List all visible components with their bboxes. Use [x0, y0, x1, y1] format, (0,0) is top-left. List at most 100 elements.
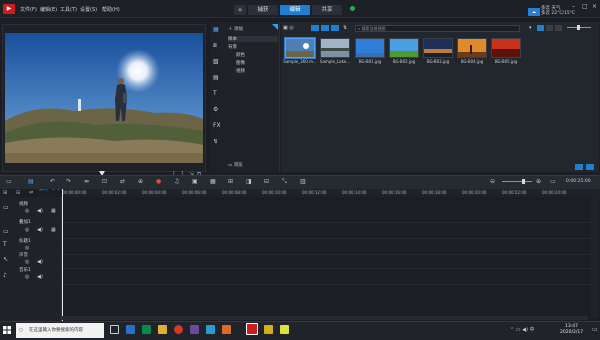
filter-video-icon[interactable] — [311, 25, 319, 31]
menu-edit[interactable]: 编辑(E) — [40, 6, 57, 13]
app-icon-3[interactable] — [222, 325, 231, 334]
library-item[interactable] — [320, 38, 350, 58]
vertical-scrollbar[interactable] — [590, 196, 598, 318]
track-mute-icon[interactable]: ◀) — [37, 227, 43, 233]
app-icon-2[interactable] — [206, 325, 215, 334]
track-visibility-icon[interactable]: ◎ — [25, 274, 29, 280]
filter-audio-icon[interactable] — [331, 25, 339, 31]
library-item[interactable] — [457, 38, 487, 58]
graphic-icon[interactable]: ▤ — [213, 74, 219, 81]
redo-icon[interactable]: ↷ — [66, 178, 71, 185]
media-icon[interactable]: ▦ — [213, 26, 219, 33]
storyboard-view-icon[interactable]: ▭ — [6, 178, 12, 185]
fit-icon[interactable]: ⤡ — [282, 178, 287, 186]
mask-icon[interactable]: ◨ — [246, 178, 252, 185]
app-icon-4[interactable] — [264, 325, 273, 334]
path-icon[interactable]: ↯ — [213, 138, 218, 145]
timeline-ruler[interactable]: 00:00:00:00 00:00:02:00 00:00:04:00 00:0… — [62, 189, 600, 197]
track-mute-icon[interactable]: ◀) — [37, 259, 43, 265]
track-visibility-icon[interactable]: ◎ — [25, 227, 29, 233]
close-icon[interactable]: × — [592, 3, 597, 10]
folder-item-sample[interactable]: 样本 — [228, 36, 278, 42]
track-mute-icon[interactable]: ◀) — [37, 208, 43, 214]
zoom-slider[interactable] — [502, 181, 532, 182]
folder-item-image[interactable]: 图像 — [236, 60, 245, 66]
tab-share[interactable]: 共享 — [312, 5, 342, 15]
videostudio-taskbar-icon[interactable] — [246, 323, 258, 335]
folder-item-video[interactable]: 视频 — [236, 68, 245, 74]
menu-settings[interactable]: 设置(S) — [80, 6, 97, 13]
zoom-readout[interactable]: 0:00:25:00 — [566, 179, 591, 184]
list-view-icon[interactable] — [537, 25, 544, 31]
trim-icon[interactable]: ⇹ — [84, 178, 89, 185]
filter-photo-icon[interactable] — [321, 25, 329, 31]
folder-arrow-icon[interactable] — [272, 24, 278, 30]
fx-icon[interactable]: FX — [213, 122, 221, 129]
thumb-size-handle[interactable] — [577, 25, 580, 30]
app-icon-1[interactable] — [190, 325, 199, 334]
subtitle-icon[interactable]: ▦ — [210, 178, 216, 185]
track-manager-icon[interactable]: ▣ — [192, 178, 198, 185]
undo-icon[interactable]: ↶ — [50, 178, 55, 185]
tab-edit[interactable]: 编辑 — [280, 5, 310, 15]
app-icon-5[interactable] — [280, 325, 289, 334]
detail-view-icon[interactable] — [555, 25, 562, 31]
notification-icon[interactable]: ▭ — [592, 326, 598, 333]
sort-icon[interactable]: ⇅ — [343, 25, 347, 31]
dropdown-icon[interactable]: ▾ — [529, 25, 532, 31]
ripple-icon[interactable]: ⇌ — [29, 190, 33, 196]
library-item[interactable] — [285, 38, 315, 58]
browser-icon[interactable] — [174, 325, 183, 334]
motion-icon[interactable]: ⊕ — [138, 178, 143, 185]
filter-icon[interactable]: ⚙ — [213, 106, 218, 113]
library-option-icon[interactable] — [575, 164, 583, 170]
taskbar-clock[interactable]: 13:47 2020/2/17 — [560, 324, 583, 336]
timeline-track-area[interactable] — [62, 197, 600, 321]
library-item[interactable] — [389, 38, 419, 58]
library-item[interactable] — [423, 38, 453, 58]
track-visibility-icon[interactable]: ◎ — [25, 208, 29, 214]
record-icon[interactable]: ⊡ — [102, 178, 107, 185]
add-folder-button[interactable]: ＋ 添加 — [228, 26, 243, 32]
track-options-icon[interactable]: ⊟ — [16, 190, 20, 196]
transition-icon[interactable]: ▧ — [213, 58, 219, 65]
folder-icon[interactable] — [158, 325, 167, 334]
tray-icons[interactable]: ⌃ ▭ ◀) 中 — [510, 326, 534, 333]
windows-start-icon[interactable] — [3, 326, 11, 334]
instant-project-icon[interactable]: ⧈ — [213, 42, 217, 50]
3d-title-icon[interactable]: ⊟ — [264, 178, 269, 185]
menu-file[interactable]: 文件(F) — [20, 6, 37, 13]
taskbar-search-input[interactable]: ○ 在这里输入你要搜索的内容 — [16, 323, 104, 338]
auto-music-icon[interactable]: ♫ — [174, 178, 179, 185]
timeline-view-icon[interactable]: ▤ — [28, 178, 34, 185]
edge-icon[interactable] — [126, 325, 135, 334]
menu-help[interactable]: 帮助(H) — [102, 6, 120, 13]
chapter-icon[interactable]: ⊞ — [228, 178, 233, 185]
tab-capture[interactable]: 捕获 — [248, 5, 278, 15]
media-toggle-icon[interactable]: ▣ ◎ — [283, 25, 294, 31]
task-view-icon[interactable] — [110, 325, 119, 334]
video-preview[interactable] — [5, 33, 203, 163]
browse-button[interactable]: ▭ 浏览 — [228, 162, 243, 168]
thumb-view-icon[interactable] — [546, 25, 553, 31]
fit-project-icon[interactable]: ▭ — [550, 178, 556, 185]
library-option-icon-2[interactable] — [586, 164, 594, 170]
add-track-icon[interactable]: ⊞ — [3, 190, 7, 196]
mix-icon[interactable]: ⇄ — [120, 178, 125, 185]
track-lock-icon[interactable]: ▦ — [51, 208, 56, 214]
search-input[interactable]: ⌕ 搜索当前视图 — [355, 25, 520, 32]
zoom-in-icon[interactable]: ⊕ — [536, 178, 541, 185]
maximize-icon[interactable]: □ — [582, 3, 588, 10]
minimize-icon[interactable]: – — [572, 3, 575, 10]
excel-icon[interactable] — [142, 325, 151, 334]
split-screen-icon[interactable]: ▥ — [300, 178, 306, 185]
record-capture-icon[interactable]: ● — [156, 178, 161, 185]
folder-item-color[interactable]: 颜色 — [236, 52, 245, 58]
horizontal-scrollbar[interactable] — [62, 316, 588, 320]
track-mute-icon[interactable]: ◀) — [37, 274, 43, 280]
track-visibility-icon[interactable]: ◎ — [25, 245, 29, 251]
library-item[interactable] — [491, 38, 521, 58]
title-icon[interactable]: T — [213, 90, 217, 97]
zoom-slider-handle[interactable] — [522, 179, 525, 184]
cloud-icon[interactable]: ☁ — [528, 8, 540, 16]
